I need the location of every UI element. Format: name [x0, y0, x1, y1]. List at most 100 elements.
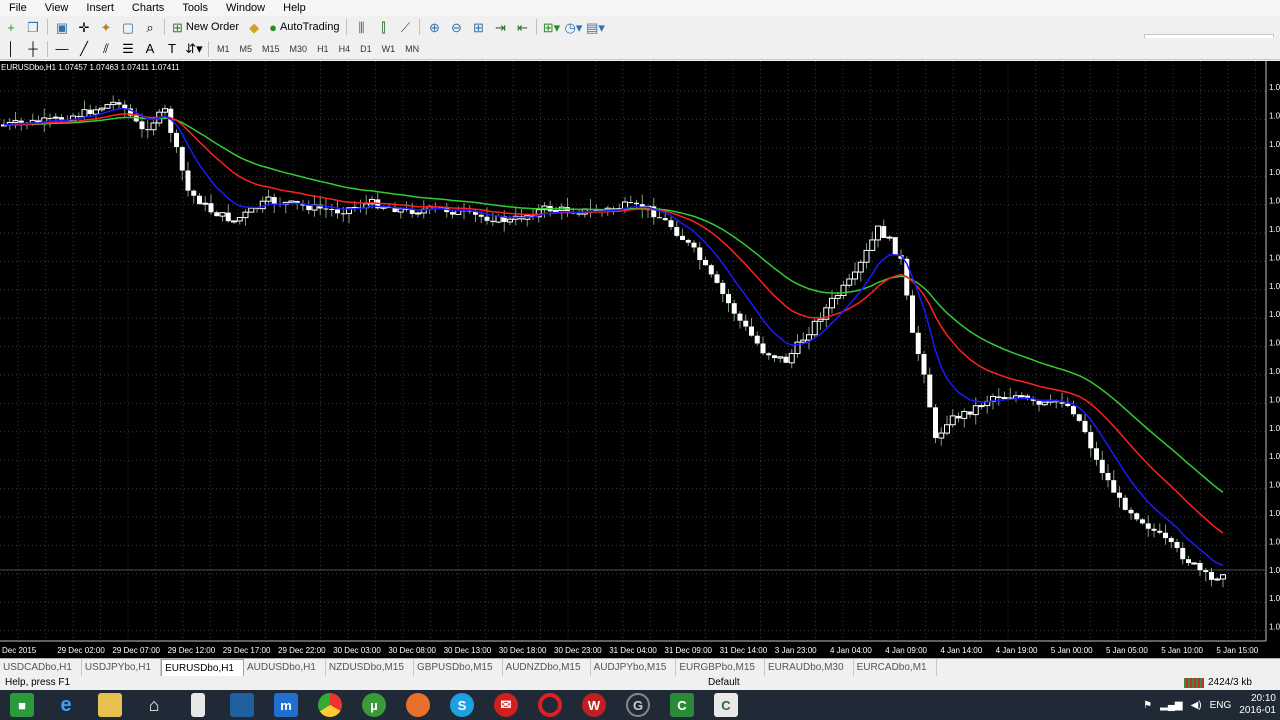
tile-windows-button[interactable]: ⊞ — [467, 17, 489, 37]
taskbar-utorrent[interactable]: µ — [352, 690, 396, 720]
data-window-button[interactable]: ✛ — [73, 17, 95, 37]
candle-bullish — [1041, 401, 1048, 406]
volume-icon[interactable]: ◀) — [1191, 700, 1202, 711]
taskbar-document[interactable] — [176, 690, 220, 720]
line-chart-button[interactable]: ⟋ — [394, 17, 416, 37]
taskbar-skype[interactable]: S — [440, 690, 484, 720]
timeframe-h1[interactable]: H1 — [312, 40, 334, 58]
chart-canvas[interactable]: 1.0 1.0 1.0 1.0 1.0 1.0 1.0 1.0 1.0 1.0 1.0 1.0 1.0 1… — [0, 61, 1280, 658]
new-chart-button[interactable]: + — [0, 17, 22, 37]
new-order-button[interactable]: ⊞ New Order — [168, 17, 243, 37]
start-button[interactable]: ■ — [0, 690, 44, 720]
candle-bearish — [657, 217, 662, 219]
text-button[interactable]: A — [139, 39, 161, 59]
tab-audnzd[interactable]: AUDNZDbo,M15 — [503, 659, 591, 676]
taskbar-lenovo[interactable] — [220, 690, 264, 720]
menu-help[interactable]: Help — [274, 0, 315, 16]
navigator-button[interactable]: ✦ — [95, 17, 117, 37]
taskbar-chrome[interactable] — [308, 690, 352, 720]
horizontal-line-button[interactable]: — — [51, 39, 73, 59]
taskbar-wps[interactable]: W — [572, 690, 616, 720]
bar-chart-button[interactable]: ⫼ — [350, 17, 372, 37]
timeframe-w1[interactable]: W1 — [377, 40, 401, 58]
market-watch-button[interactable]: ▣ — [51, 17, 73, 37]
menu-window[interactable]: Window — [217, 0, 274, 16]
status-traffic-label: 2424/3 kb — [1208, 677, 1252, 688]
candle-bearish — [1111, 480, 1117, 493]
tab-usdjpy[interactable]: USDJPYbo,H1 — [82, 659, 162, 676]
language-indicator[interactable]: ENG — [1210, 700, 1232, 711]
crosshair-button[interactable]: ┼ — [22, 39, 44, 59]
taskbar-maxthon[interactable]: m — [264, 690, 308, 720]
windows-taskbar: ■ e ⌂ m µ S ✉ W G C C ⚑ ▂▄▆ ◀) ENG 20:10… — [0, 690, 1280, 720]
taskbar-camtasia[interactable]: C — [660, 690, 704, 720]
time-tick-label: 5 Jan 05:00 — [1106, 646, 1148, 655]
timeframe-h4[interactable]: H4 — [334, 40, 356, 58]
strategy-tester-button[interactable]: ⌕ — [139, 17, 161, 37]
tab-eurgbp[interactable]: EURGBPbo,M15 — [676, 659, 765, 676]
connection-bars-icon — [1184, 677, 1204, 688]
taskbar-file-explorer[interactable] — [88, 690, 132, 720]
price-tick-label: 1.0 — [1269, 537, 1280, 546]
menu-view[interactable]: View — [36, 0, 78, 16]
taskbar-firefox[interactable] — [396, 690, 440, 720]
autotrading-button[interactable]: ● AutoTrading — [265, 17, 343, 37]
toolbar-separator — [419, 19, 421, 35]
taskbar-mail[interactable]: ✉ — [484, 690, 528, 720]
chart-shift-button[interactable]: ⇥ — [489, 17, 511, 37]
menu-file[interactable]: File — [0, 0, 36, 16]
tab-eurusd[interactable]: EURUSDbo,H1 — [161, 659, 244, 676]
tab-gbpusd[interactable]: GBPUSDbo,M15 — [414, 659, 503, 676]
candle-bearish — [1128, 509, 1134, 514]
time-tick-label: 4 Jan 09:00 — [885, 646, 927, 655]
candle-bearish — [1117, 492, 1122, 498]
candle-bearish — [1174, 542, 1180, 548]
metaeditor-button[interactable]: ◆ — [243, 17, 265, 37]
timeframe-mn[interactable]: MN — [400, 40, 424, 58]
timeframe-m5[interactable]: M5 — [235, 40, 258, 58]
menu-tools[interactable]: Tools — [173, 0, 217, 16]
zoom-out-button[interactable]: ⊖ — [445, 17, 467, 37]
taskbar-home[interactable]: ⌂ — [132, 690, 176, 720]
candle-bullish — [857, 261, 864, 273]
zoom-out-icon: ⊖ — [451, 19, 462, 35]
tab-audjpy[interactable]: AUDJPYbo,M15 — [591, 659, 677, 676]
profiles-button[interactable]: ❐ — [22, 17, 44, 37]
arrows-button[interactable]: ⇵▾ — [183, 39, 205, 59]
price-tick-label: 1.0 — [1269, 168, 1280, 177]
timeframe-m30[interactable]: M30 — [285, 40, 313, 58]
auto-scroll-button[interactable]: ⇤ — [511, 17, 533, 37]
taskbar-internet-explorer[interactable]: e — [44, 690, 88, 720]
time-tick-label: 5 Jan 10:00 — [1161, 646, 1203, 655]
candle-bearish — [47, 117, 53, 119]
taskbar-opera[interactable] — [528, 690, 572, 720]
terminal-button[interactable]: ▢ — [117, 17, 139, 37]
tab-euraud[interactable]: EURAUDbo,M30 — [765, 659, 854, 676]
price-chart[interactable]: 1.0 1.0 1.0 1.0 1.0 1.0 1.0 1.0 1.0 1.0 1.0 1.0 1.0 1… — [0, 61, 1280, 658]
zoom-in-button[interactable]: ⊕ — [423, 17, 445, 37]
trendline-button[interactable]: ╱ — [73, 39, 95, 59]
flag-icon[interactable]: ⚑ — [1143, 700, 1152, 711]
tab-eurcad[interactable]: EURCADbo,M1 — [854, 659, 937, 676]
tab-audusd[interactable]: AUDUSDbo,H1 — [244, 659, 326, 676]
indicators-button[interactable]: ⊞▾ — [540, 17, 562, 37]
tab-nzdusd[interactable]: NZDUSDbo,M15 — [326, 659, 414, 676]
cursor-button[interactable]: │ — [0, 39, 22, 59]
menu-charts[interactable]: Charts — [123, 0, 173, 16]
timeframe-d1[interactable]: D1 — [355, 40, 377, 58]
channel-button[interactable]: ⫽ — [95, 39, 117, 59]
templates-button[interactable]: ▤▾ — [584, 17, 606, 37]
tab-usdcad[interactable]: USDCADbo,H1 — [0, 659, 82, 676]
menu-insert[interactable]: Insert — [77, 0, 123, 16]
toolbar-separator — [208, 40, 209, 57]
clock[interactable]: 20:10 2016-01 — [1239, 693, 1276, 717]
taskbar-camtasia-2[interactable]: C — [704, 690, 748, 720]
label-button[interactable]: T — [161, 39, 183, 59]
periods-button[interactable]: ◷▾ — [562, 17, 584, 37]
taskbar-ubo[interactable]: G — [616, 690, 660, 720]
candlestick-chart-button[interactable]: ⫿ — [372, 17, 394, 37]
timeframe-m15[interactable]: M15 — [257, 40, 285, 58]
timeframe-m1[interactable]: M1 — [212, 40, 235, 58]
fibonacci-button[interactable]: ☰ — [117, 39, 139, 59]
network-icon[interactable]: ▂▄▆ — [1160, 700, 1182, 711]
